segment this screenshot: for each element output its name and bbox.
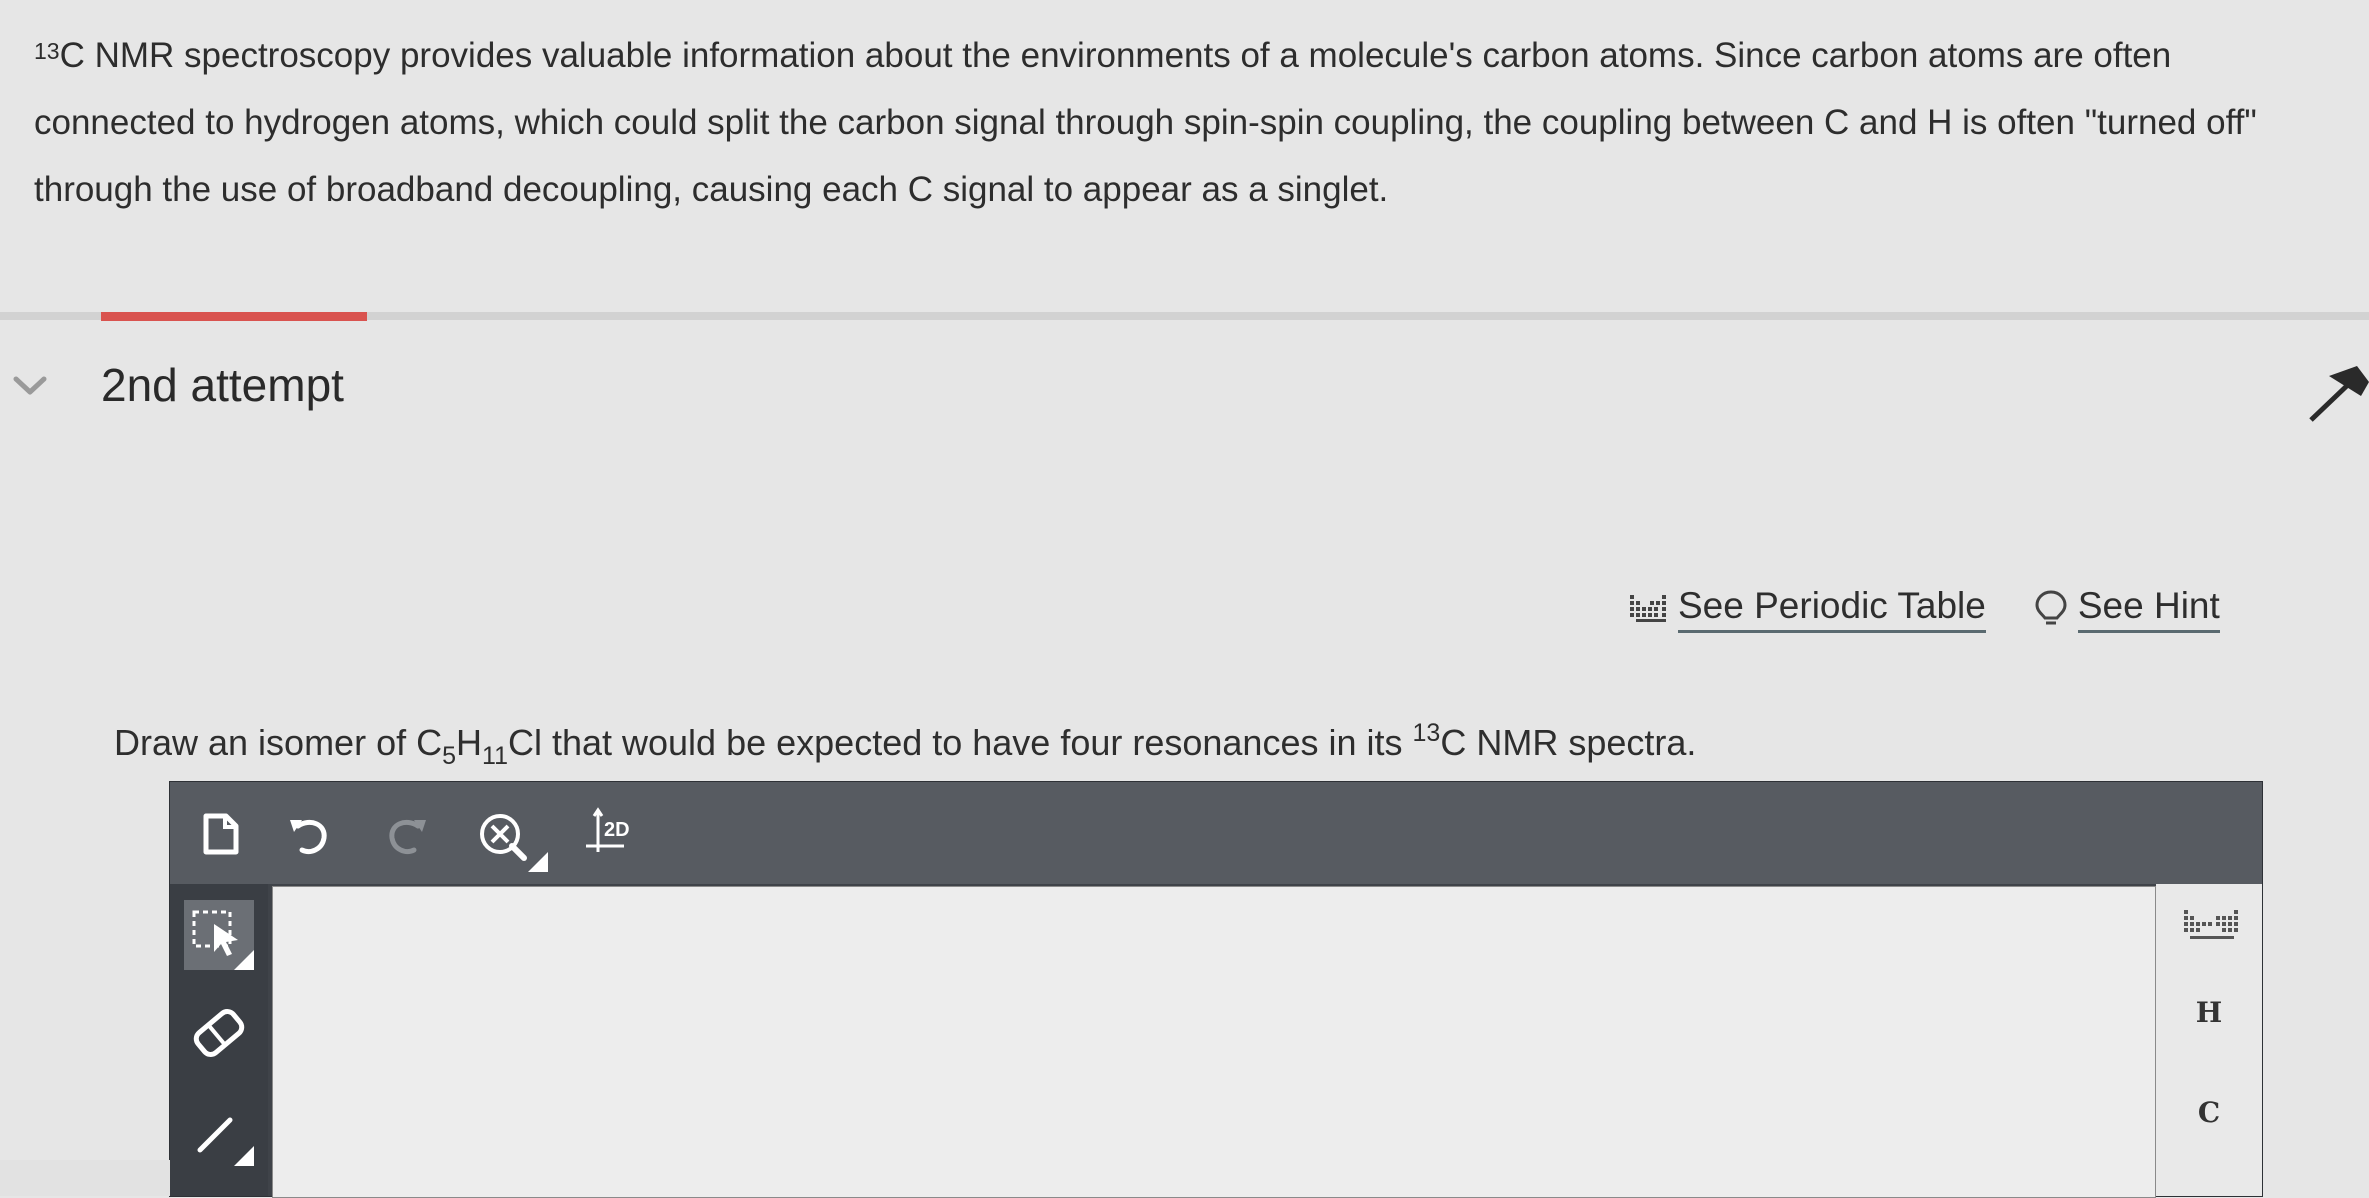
- intro-superscript: 13: [34, 38, 60, 64]
- eraser-tool-button[interactable]: [184, 998, 254, 1068]
- editor-tool-sidebar: [170, 884, 268, 1196]
- prompt-part-3: Cl that would be expected to have four r…: [507, 722, 1413, 763]
- intro-body: C NMR spectroscopy provides valuable inf…: [34, 36, 2257, 209]
- selection-tool-icon: [192, 910, 254, 970]
- lightbulb-icon: [2035, 590, 2067, 625]
- 2d-axes-glyph: 2D: [586, 807, 630, 852]
- question-prompt: Draw an isomer of C5H11Cl that would be …: [114, 719, 1697, 770]
- hint-label: See Hint: [2077, 585, 2220, 633]
- 2d-cleanup-icon[interactable]: 2D: [582, 806, 652, 862]
- bond-tool-icon: [197, 1117, 254, 1166]
- prompt-part-1: Draw an isomer of C: [114, 722, 443, 763]
- help-links: See Periodic Table See Hint: [1628, 585, 2220, 633]
- page-bottom-margin: [0, 1160, 170, 1196]
- prompt-subscript-5: 5: [442, 742, 457, 770]
- prompt-part-4: C NMR spectra.: [1440, 722, 1697, 763]
- prompt-part-2: H: [456, 722, 483, 763]
- molecule-editor: 2D H C: [170, 782, 2262, 1198]
- prompt-subscript-11: 11: [482, 742, 508, 770]
- periodic-table-icon: [1630, 595, 1666, 622]
- bond-tool-button[interactable]: [184, 1096, 254, 1166]
- see-hint-link[interactable]: See Hint: [2034, 585, 2220, 633]
- zoom-clear-icon[interactable]: [472, 806, 552, 876]
- 2d-label: 2D: [604, 819, 630, 841]
- problem-intro-text: 13C NMR spectroscopy provides valuable i…: [34, 22, 2324, 223]
- collapse-arrow-icon[interactable]: [2307, 366, 2369, 426]
- editor-toolbar: 2D: [170, 782, 2262, 884]
- see-periodic-table-link[interactable]: See Periodic Table: [1628, 585, 1986, 633]
- element-h-button[interactable]: H: [2156, 996, 2262, 1029]
- periodic-table-icon[interactable]: [2182, 906, 2240, 946]
- redo-icon[interactable]: [380, 806, 436, 862]
- attempt-accent-bar: [101, 312, 367, 321]
- eraser-icon: [193, 1009, 245, 1057]
- attempt-heading[interactable]: 2nd attempt: [101, 358, 344, 412]
- periodic-table-label: See Periodic Table: [1678, 585, 1986, 633]
- selection-tool-button[interactable]: [184, 900, 254, 970]
- element-c-button[interactable]: C: [2156, 1096, 2262, 1129]
- undo-icon[interactable]: [280, 806, 336, 862]
- prompt-superscript-13: 13: [1412, 719, 1441, 747]
- new-document-icon[interactable]: [192, 806, 248, 862]
- drawing-canvas[interactable]: [272, 886, 2156, 1198]
- element-sidebar: H C: [2156, 884, 2262, 1196]
- chevron-down-icon[interactable]: [12, 374, 48, 398]
